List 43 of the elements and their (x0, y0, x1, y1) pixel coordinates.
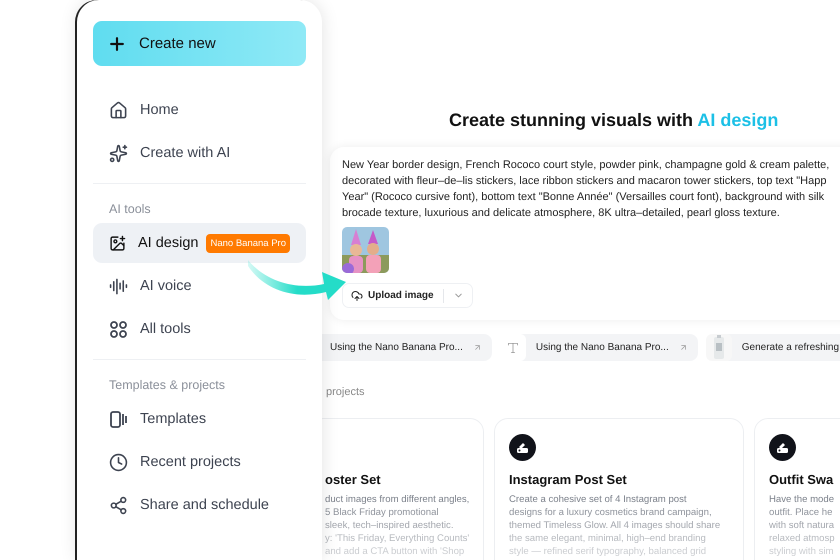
sidebar-item-label: Create with AI (140, 145, 230, 161)
sparkle-icon (109, 144, 128, 162)
prompt-text: New Year border design, French Rococo court style, powder pink, champagne gold & cream palette, decorated with fleur–de–lis stickers, lace ribbon stickers and macaron tower stickers, top text "Happ Year" (Rococo cursive font), bottom text "Bonne Année" (Versailles court font), background with silk brocade texture, luxurious and delicate atmosphere, 8K ultra–detailed, pearl gloss texture. (342, 158, 830, 221)
suggestion-chip[interactable]: Using the Nano Banana Pro... (322, 334, 492, 361)
section-heading: AI tools (108, 201, 152, 218)
create-new-button[interactable]: Create new (93, 21, 306, 66)
arrow-up-right-icon (472, 343, 482, 352)
sidebar-item[interactable]: Create with AI (93, 133, 306, 173)
sidebar-item-label: Home (140, 102, 179, 118)
sidebar-item-label: Templates (140, 411, 206, 427)
sidebar-item-label: All tools (140, 321, 191, 337)
sidebar-item[interactable]: Templates (93, 399, 306, 439)
suggestion-chip[interactable]: Generate a refreshing (706, 334, 840, 361)
section-heading: Templates & projects (108, 377, 226, 394)
card-title: oster Set (325, 472, 382, 487)
grid-icon (109, 320, 128, 338)
home-icon (109, 100, 128, 120)
sidebar-item-label: Share and schedule (140, 497, 269, 513)
sidebar-item-label: AI voice (140, 278, 192, 294)
badge: Nano Banana Pro (206, 234, 290, 252)
project-card[interactable] (494, 418, 744, 560)
sidebar-item[interactable]: Share and schedule (93, 485, 306, 525)
sidebar-item[interactable]: Home (93, 90, 306, 130)
clock-icon (109, 452, 128, 472)
text-icon (506, 340, 520, 354)
page-heading: Create stunning visuals with AI design (449, 110, 780, 131)
sidebar-item[interactable]: AI voice (93, 266, 306, 306)
upload-icon (351, 290, 363, 302)
sidebar-item-label: AI design (138, 235, 198, 251)
card-title: Instagram Post Set (509, 472, 628, 487)
image-icon (109, 234, 126, 252)
sidebar-item[interactable]: All tools (93, 309, 306, 349)
section-title: projects (326, 386, 366, 398)
sidebar-item-label: Recent projects (140, 454, 241, 470)
card-title: Outfit Swa (769, 472, 834, 487)
suggestion-chip[interactable]: Using the Nano Banana Pro... (500, 334, 698, 361)
sidebar-item[interactable]: Recent projects (93, 442, 306, 482)
audio-wave-icon (109, 276, 128, 296)
sidebar-item[interactable]: AI design Nano Banana Pro (93, 223, 306, 263)
templates-icon (109, 410, 128, 428)
share-icon (109, 496, 128, 514)
arrow-up-right-icon (678, 343, 688, 352)
upload-image-button[interactable]: Upload image (342, 283, 473, 308)
